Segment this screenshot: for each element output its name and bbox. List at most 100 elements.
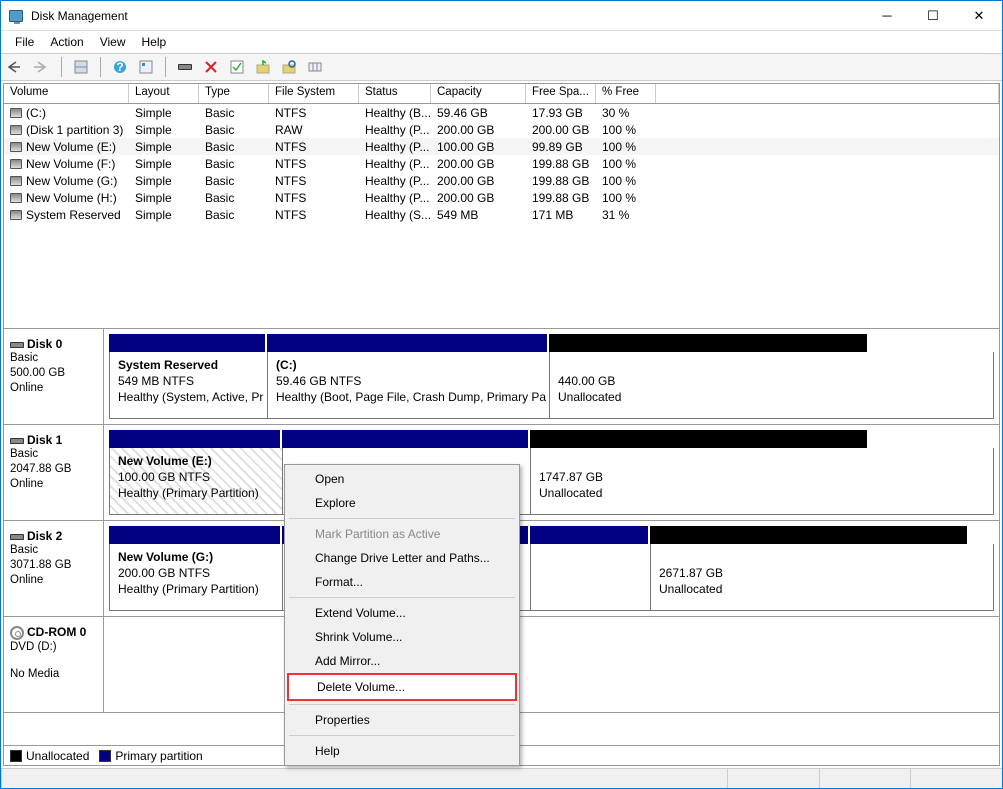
partition-status: Unallocated	[539, 486, 602, 500]
volume-name: (Disk 1 partition 3)	[26, 123, 123, 137]
volume-pct: 31 %	[596, 208, 656, 222]
minimize-button[interactable]: ─	[864, 1, 910, 30]
back-button[interactable]	[5, 56, 27, 78]
disk-name: Disk 0	[27, 337, 62, 351]
menu-help[interactable]: Help	[134, 33, 175, 51]
col-type[interactable]: Type	[199, 84, 269, 103]
partition-name: New Volume (E:)	[118, 454, 212, 468]
volume-pct: 100 %	[596, 123, 656, 137]
partition-segment	[530, 430, 869, 448]
volume-pct: 100 %	[596, 191, 656, 205]
col-free[interactable]: Free Spa...	[526, 84, 596, 103]
volume-layout: Simple	[129, 208, 199, 222]
partition-size: 549 MB NTFS	[118, 374, 194, 388]
partition-box[interactable]: 1747.87 GBUnallocated	[531, 448, 870, 514]
volume-row[interactable]: New Volume (E:)SimpleBasicNTFSHealthy (P…	[4, 138, 999, 155]
properties-button[interactable]	[278, 56, 300, 78]
col-layout[interactable]: Layout	[129, 84, 199, 103]
volume-row[interactable]: New Volume (H:)SimpleBasicNTFSHealthy (P…	[4, 189, 999, 206]
volume-name: New Volume (E:)	[26, 140, 116, 154]
partition-box[interactable]: New Volume (G:)200.00 GB NTFSHealthy (Pr…	[110, 544, 283, 610]
partition-segment	[530, 526, 650, 544]
volume-header: Volume Layout Type File System Status Ca…	[4, 84, 999, 104]
maximize-button[interactable]: ☐	[910, 1, 956, 30]
col-spacer	[656, 84, 999, 103]
context-menu-item[interactable]: Shrink Volume...	[287, 625, 517, 649]
volume-row[interactable]: New Volume (G:)SimpleBasicNTFSHealthy (P…	[4, 172, 999, 189]
volume-free: 171 MB	[526, 208, 596, 222]
volume-status: Healthy (P...	[359, 157, 431, 171]
partition-box[interactable]: New Volume (E:)100.00 GB NTFSHealthy (Pr…	[110, 448, 283, 514]
disk-info: Disk 1Basic2047.88 GBOnline	[4, 425, 104, 520]
col-filesystem[interactable]: File System	[269, 84, 359, 103]
context-menu-item[interactable]: Explore	[287, 491, 517, 515]
forward-button[interactable]	[31, 56, 53, 78]
partition-view-button[interactable]	[304, 56, 326, 78]
menu-file[interactable]: File	[7, 33, 42, 51]
volume-type: Basic	[199, 140, 269, 154]
disk-view-button[interactable]	[174, 56, 196, 78]
partition-size: 2671.87 GB	[659, 566, 723, 580]
settings-button[interactable]	[135, 56, 157, 78]
volume-status: Healthy (P...	[359, 123, 431, 137]
partition-bar	[109, 334, 994, 352]
col-status[interactable]: Status	[359, 84, 431, 103]
volume-fs: NTFS	[269, 174, 359, 188]
legend-swatch-primary	[99, 750, 111, 762]
disk-size: 500.00 GB	[10, 366, 97, 381]
partition-box[interactable]: System Reserved549 MB NTFSHealthy (Syste…	[110, 352, 268, 418]
disk-size: 2047.88 GB	[10, 462, 97, 477]
disk-state: Online	[10, 573, 97, 588]
volume-pct: 100 %	[596, 174, 656, 188]
partition-box[interactable]: (C:)59.46 GB NTFSHealthy (Boot, Page Fil…	[268, 352, 550, 418]
volume-type: Basic	[199, 174, 269, 188]
context-menu-item[interactable]: Change Drive Letter and Paths...	[287, 546, 517, 570]
check-icon[interactable]	[226, 56, 248, 78]
context-menu-item[interactable]: Open	[287, 467, 517, 491]
volume-row[interactable]: (Disk 1 partition 3)SimpleBasicRAWHealth…	[4, 121, 999, 138]
disk-kind: Basic	[10, 351, 97, 366]
context-menu-item[interactable]: Add Mirror...	[287, 649, 517, 673]
disk-info: Disk 0Basic500.00 GBOnline	[4, 329, 104, 424]
volume-pct: 100 %	[596, 157, 656, 171]
menu-separator	[289, 735, 515, 736]
volume-row[interactable]: New Volume (F:)SimpleBasicNTFSHealthy (P…	[4, 155, 999, 172]
close-button[interactable]: ✕	[956, 1, 1002, 30]
volume-capacity: 200.00 GB	[431, 157, 526, 171]
partition-status: Unallocated	[558, 390, 621, 404]
volume-pct: 30 %	[596, 106, 656, 120]
context-menu-item[interactable]: Properties	[287, 708, 517, 732]
col-capacity[interactable]: Capacity	[431, 84, 526, 103]
volume-capacity: 59.46 GB	[431, 106, 526, 120]
partition-box[interactable]: 440.00 GBUnallocated	[550, 352, 870, 418]
disk-kind: Basic	[10, 447, 97, 462]
help-icon[interactable]: ?	[109, 56, 131, 78]
volume-type: Basic	[199, 191, 269, 205]
context-menu-item[interactable]: Extend Volume...	[287, 601, 517, 625]
view-panes-button[interactable]	[70, 56, 92, 78]
col-pctfree[interactable]: % Free	[596, 84, 656, 103]
menu-view[interactable]: View	[92, 33, 134, 51]
rescan-button[interactable]	[252, 56, 274, 78]
partition-box[interactable]	[531, 544, 651, 610]
disk-icon	[10, 342, 24, 348]
context-menu-item[interactable]: Format...	[287, 570, 517, 594]
delete-icon[interactable]	[200, 56, 222, 78]
context-menu-item[interactable]: Delete Volume...	[287, 673, 517, 701]
volume-type: Basic	[199, 106, 269, 120]
col-volume[interactable]: Volume	[4, 84, 129, 103]
toolbar: ?	[1, 53, 1002, 81]
partition-box[interactable]: 2671.87 GBUnallocated	[651, 544, 970, 610]
volume-free: 17.93 GB	[526, 106, 596, 120]
volume-fs: NTFS	[269, 157, 359, 171]
volume-type: Basic	[199, 208, 269, 222]
titlebar[interactable]: Disk Management ─ ☐ ✕	[1, 1, 1002, 31]
menu-action[interactable]: Action	[42, 33, 91, 51]
disk-kind: DVD (D:)	[10, 640, 97, 655]
partition-status: Healthy (System, Active, Pr	[118, 390, 263, 404]
legend-primary: Primary partition	[115, 749, 202, 763]
volume-row[interactable]: (C:)SimpleBasicNTFSHealthy (B...59.46 GB…	[4, 104, 999, 121]
context-menu-item[interactable]: Help	[287, 739, 517, 763]
volume-row[interactable]: System ReservedSimpleBasicNTFSHealthy (S…	[4, 206, 999, 223]
partition-segment	[282, 430, 530, 448]
